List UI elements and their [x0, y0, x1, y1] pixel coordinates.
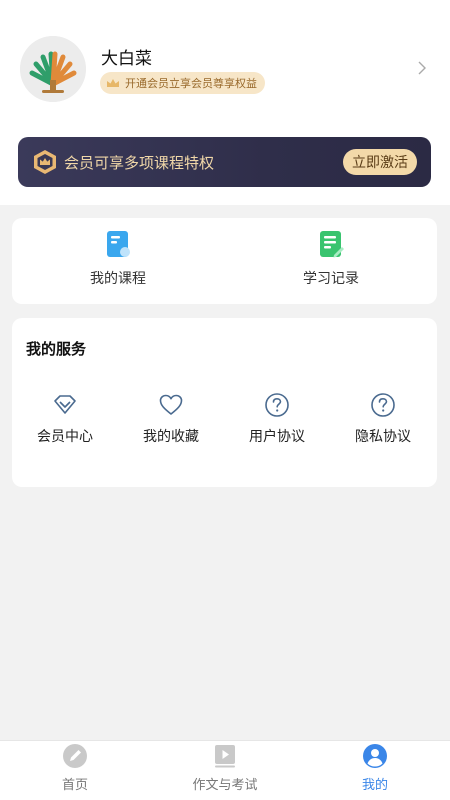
user-agreement-item[interactable]: 用户协议	[227, 392, 327, 452]
my-courses-entry[interactable]: 我的课程	[58, 230, 178, 294]
activate-button[interactable]: 立即激活	[343, 149, 417, 175]
tab-writing-exam[interactable]: 作文与考试	[150, 741, 300, 800]
profile-header: 大白菜 开通会员立享会员尊享权益 会员可享多项课程特权 立即激活	[0, 0, 450, 205]
bottom-tab-bar: 首页 作文与考试 我的	[0, 740, 450, 800]
user-icon	[362, 743, 388, 769]
heart-icon	[158, 392, 184, 418]
services-card: 我的服务 会员中心 我的收藏 用户协议 隐私协议	[12, 318, 437, 487]
username: 大白菜	[101, 49, 152, 69]
vip-badge-icon	[32, 149, 58, 179]
study-record-entry[interactable]: 学习记录	[271, 230, 391, 294]
pen-icon	[62, 743, 88, 769]
tab-mine[interactable]: 我的	[300, 741, 450, 800]
quick-entry-card: 我的课程 学习记录	[12, 218, 437, 304]
member-center-label: 会员中心	[37, 429, 93, 445]
membership-banner[interactable]: 会员可享多项课程特权 立即激活	[18, 137, 431, 187]
study-record-label: 学习记录	[303, 271, 359, 287]
question-icon	[370, 392, 396, 418]
book-icon	[104, 230, 132, 258]
vip-promo-pill[interactable]: 开通会员立享会员尊享权益	[100, 72, 265, 94]
crown-icon	[106, 78, 120, 88]
member-center-item[interactable]: 会员中心	[15, 392, 115, 452]
question-icon	[264, 392, 290, 418]
banner-text: 会员可享多项课程特权	[64, 154, 215, 172]
my-favorites-item[interactable]: 我的收藏	[121, 392, 221, 452]
vip-pill-text: 开通会员立享会员尊享权益	[125, 77, 257, 90]
my-courses-label: 我的课程	[90, 271, 146, 287]
profile-row[interactable]: 大白菜 开通会员立享会员尊享权益	[20, 36, 430, 102]
user-agreement-label: 用户协议	[249, 429, 305, 445]
diamond-icon	[52, 392, 78, 418]
privacy-agreement-item[interactable]: 隐私协议	[333, 392, 433, 452]
video-icon	[212, 743, 238, 769]
my-favorites-label: 我的收藏	[143, 429, 199, 445]
privacy-agreement-label: 隐私协议	[355, 429, 411, 445]
note-icon	[317, 230, 345, 258]
chevron-right-icon[interactable]	[414, 58, 430, 78]
tab-mine-label: 我的	[361, 778, 388, 793]
tab-writing-exam-label: 作文与考试	[192, 778, 258, 793]
tab-home[interactable]: 首页	[0, 741, 150, 800]
avatar[interactable]	[20, 36, 86, 102]
tab-home-label: 首页	[61, 778, 88, 793]
services-title: 我的服务	[26, 340, 87, 358]
